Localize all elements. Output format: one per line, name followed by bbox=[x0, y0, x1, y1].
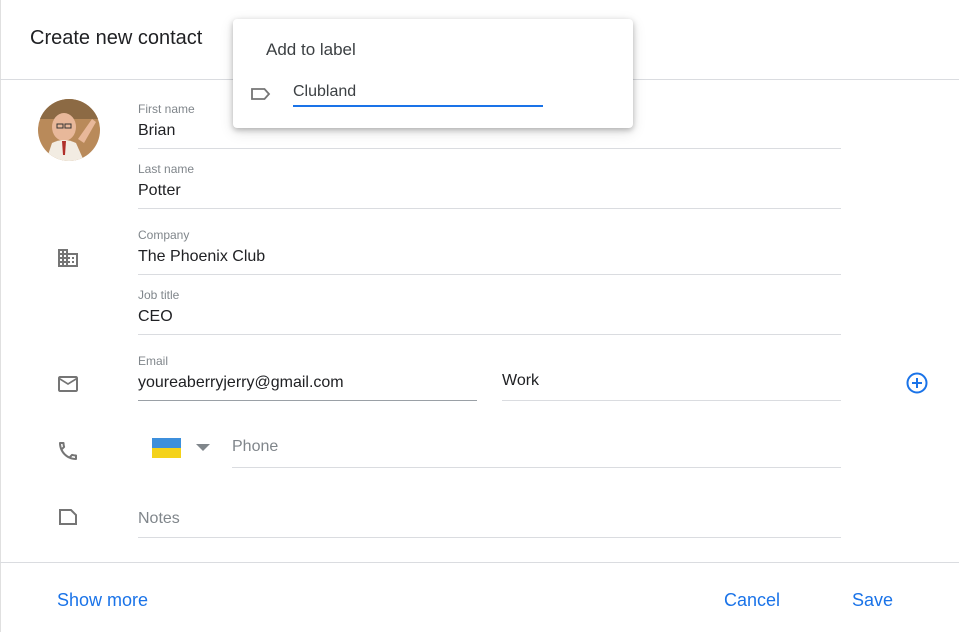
company-label: Company bbox=[138, 228, 190, 242]
country-dropdown-caret-icon[interactable] bbox=[196, 444, 210, 451]
notes-field[interactable]: Notes bbox=[138, 490, 841, 538]
last-name-field[interactable]: Last name Potter bbox=[138, 160, 841, 209]
email-type-value[interactable]: Work bbox=[502, 372, 539, 390]
notes-placeholder[interactable]: Notes bbox=[138, 510, 180, 528]
create-contact-dialog: Create new contact First name Brian Last… bbox=[0, 0, 959, 632]
job-title-value[interactable]: CEO bbox=[138, 308, 173, 326]
dialog-title: Create new contact bbox=[30, 27, 203, 49]
notes-icon bbox=[56, 505, 80, 529]
popup-title: Add to label bbox=[266, 40, 356, 59]
last-name-label: Last name bbox=[138, 162, 195, 176]
email-field[interactable]: Email youreaberryjerry@gmail.com bbox=[138, 352, 477, 401]
first-name-label: First name bbox=[138, 102, 195, 116]
email-type-field[interactable]: Work bbox=[502, 352, 841, 401]
last-name-value[interactable]: Potter bbox=[138, 182, 181, 200]
phone-field[interactable]: Phone bbox=[232, 420, 841, 468]
company-value[interactable]: The Phoenix Club bbox=[138, 248, 265, 266]
label-name-input[interactable] bbox=[293, 79, 543, 107]
company-field[interactable]: Company The Phoenix Club bbox=[138, 226, 841, 275]
job-title-field[interactable]: Job title CEO bbox=[138, 286, 841, 335]
label-icon bbox=[249, 82, 273, 106]
email-value[interactable]: youreaberryjerry@gmail.com bbox=[138, 374, 344, 392]
contact-avatar[interactable] bbox=[38, 99, 100, 161]
add-to-label-popup: Add to label bbox=[233, 19, 633, 128]
ukraine-flag[interactable] bbox=[152, 438, 181, 458]
show-more-button[interactable]: Show more bbox=[57, 590, 148, 611]
phone-placeholder[interactable]: Phone bbox=[232, 438, 278, 456]
phone-icon bbox=[56, 439, 80, 463]
email-label: Email bbox=[138, 354, 169, 368]
footer-divider bbox=[0, 562, 959, 563]
email-icon bbox=[56, 372, 80, 396]
cancel-button[interactable]: Cancel bbox=[724, 590, 780, 611]
save-button[interactable]: Save bbox=[852, 590, 893, 611]
building-icon bbox=[56, 246, 80, 270]
add-circle-icon[interactable] bbox=[905, 371, 929, 395]
first-name-value[interactable]: Brian bbox=[138, 122, 175, 140]
job-title-label: Job title bbox=[138, 288, 180, 302]
dialog-edge bbox=[0, 0, 1, 632]
